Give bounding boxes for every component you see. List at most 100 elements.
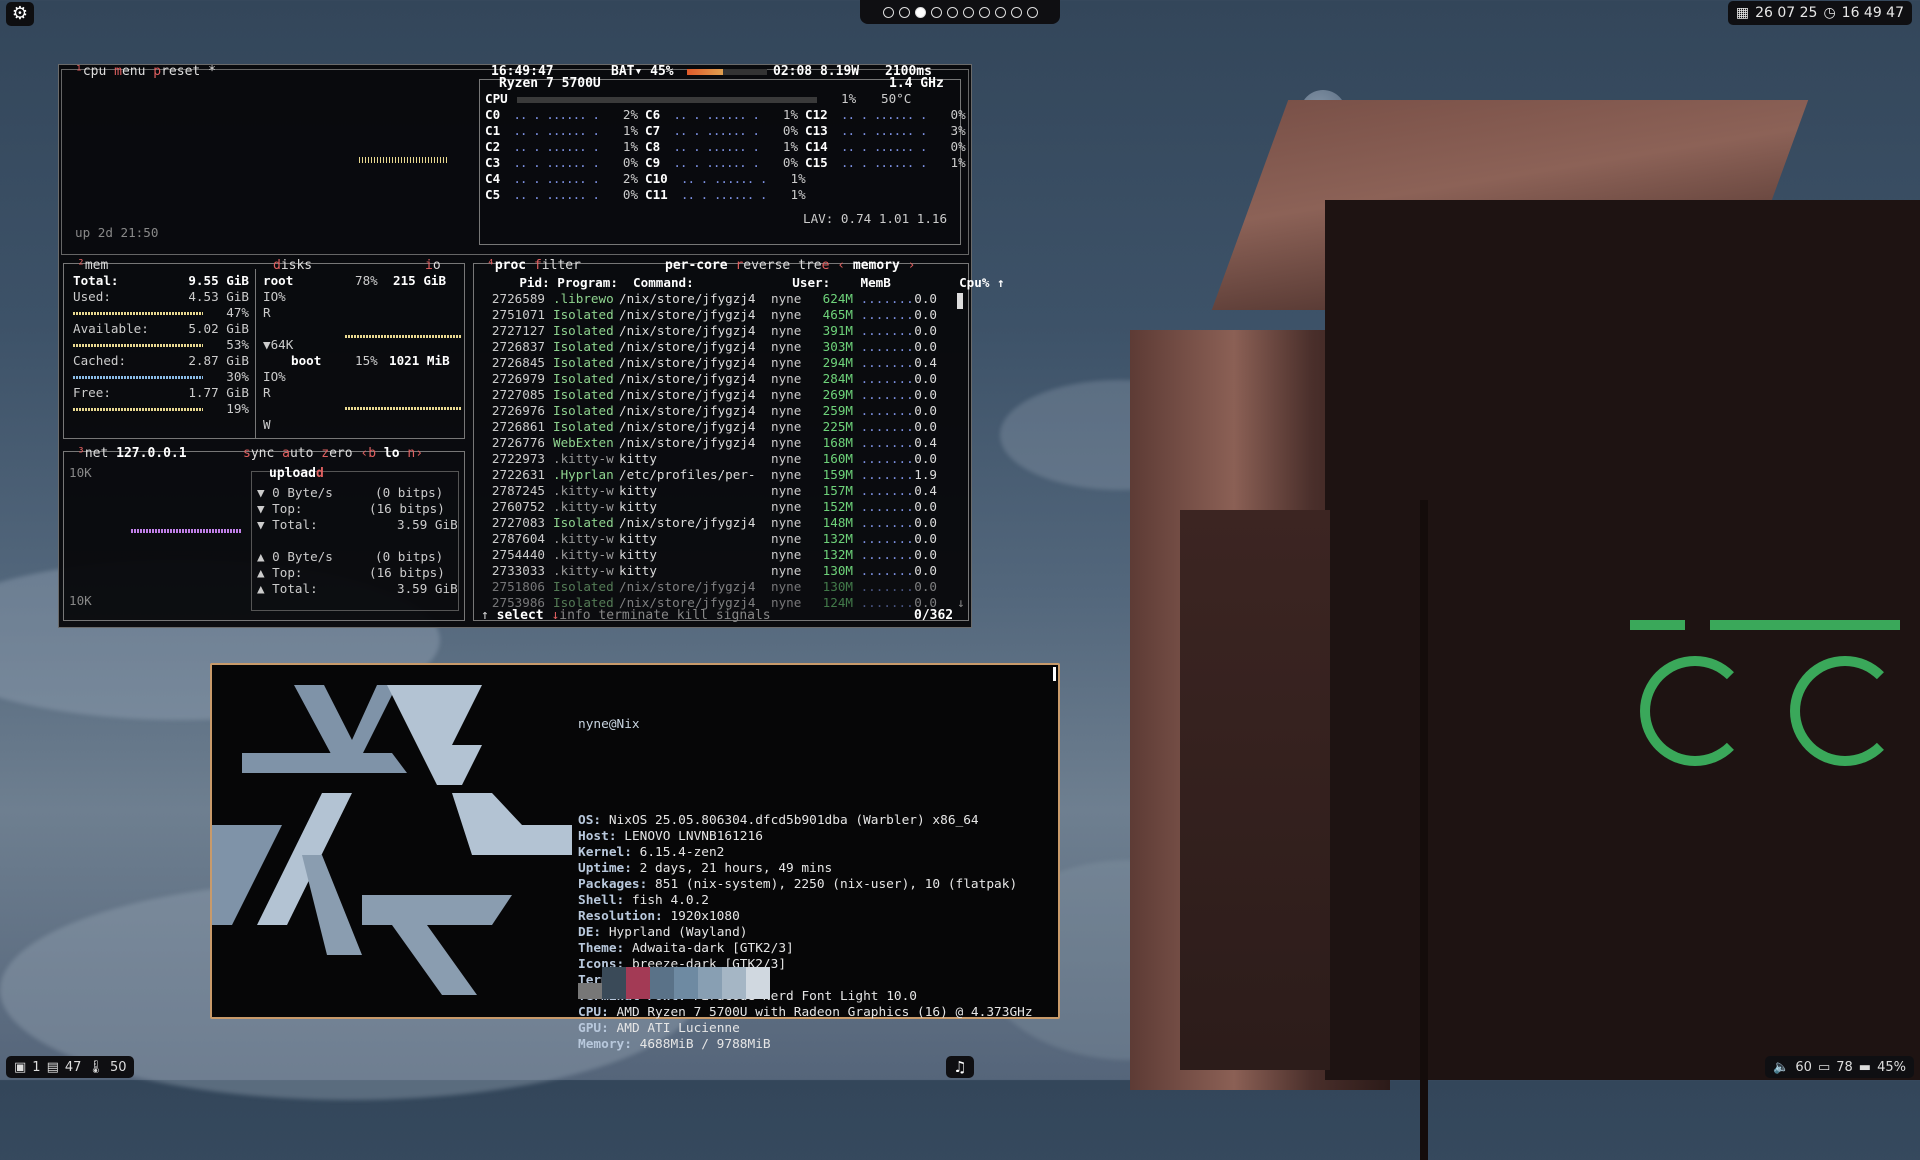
process-command: kitty (619, 499, 657, 514)
process-program: Isolated (553, 339, 614, 354)
info-key: Uptime: (578, 861, 632, 876)
sort-memory[interactable]: memory (853, 258, 900, 273)
info-value: 851 (nix-system), 2250 (nix-user), 10 (f… (647, 877, 1018, 892)
process-row[interactable]: 2726837 Isolated/nix/store/jfygzj4 nyne 303… (489, 339, 937, 355)
workspace-3-dot[interactable] (914, 6, 926, 18)
info-action[interactable]: info (559, 608, 590, 623)
mem-available: 5.02 GiB (188, 321, 249, 336)
net-download: 0 Byte/s (272, 485, 333, 500)
process-user: nyne (771, 403, 802, 418)
sync-toggle[interactable]: ync (251, 446, 274, 461)
launcher-gear-icon[interactable]: ⚙ (6, 2, 34, 26)
process-program: .kitty-w (553, 499, 614, 514)
process-mem: 157M (822, 483, 853, 498)
clock-widget[interactable]: ▦ 26 07 25 ◷ 16 49 47 (1727, 1, 1912, 25)
process-user: nyne (771, 307, 802, 322)
palette-swatch (722, 967, 746, 999)
calendar-icon: ▦ (1735, 5, 1750, 21)
process-row[interactable]: 2751071 Isolated/nix/store/jfygzj4 nyne 465… (489, 307, 937, 323)
music-note-icon[interactable]: ♫ (946, 1056, 974, 1078)
process-row[interactable]: 2754440 .kitty-w kitty nyne 132M .......0.0 (489, 547, 937, 563)
workspace-4-dot[interactable] (930, 6, 942, 18)
workspace-9-dot[interactable] (1010, 6, 1022, 18)
info-value: NixOS 25.05.806304.dfcd5b901dba (Warbler… (601, 813, 979, 828)
process-row[interactable]: 2733033 .kitty-w kitty nyne 130M .......0.0 (489, 563, 937, 579)
process-row[interactable]: 2727127 Isolated/nix/store/jfygzj4 nyne 391… (489, 323, 937, 339)
process-row[interactable]: 2726776 WebExten/nix/store/jfygzj4 nyne 168… (489, 435, 937, 451)
proc-tab[interactable]: proc (495, 258, 526, 273)
status-widget[interactable]: 🔈 60 ▭ 78 ▬ 45% (1765, 1056, 1914, 1078)
terminate-action[interactable]: terminate (598, 608, 668, 623)
proc-scrollbar[interactable] (957, 293, 963, 309)
workspace-8-dot[interactable] (994, 6, 1006, 18)
per-core-toggle[interactable]: per-core (665, 258, 728, 273)
process-graph: ....... (853, 323, 914, 338)
cpu-core-name: C5 (485, 187, 501, 202)
process-program: .Hyprlan (553, 467, 614, 482)
process-row[interactable]: 2787604 .kitty-w kitty nyne 132M .......0.0 (489, 531, 937, 547)
battery-time: 02:08 8.19W (773, 64, 860, 79)
process-row[interactable]: 2751806 Isolated/nix/store/jfygzj4 nyne 130… (489, 579, 937, 595)
system-stats-widget[interactable]: ▣ 1 ▤ 47 🌡 50 (6, 1056, 135, 1078)
workspace-6-dot[interactable] (962, 6, 974, 18)
fastfetch-window[interactable]: nyne@Nix OS: NixOS 25.05.806304.dfcd5b90… (210, 663, 1060, 1052)
process-row[interactable]: 2787245 .kitty-w kitty nyne 157M .......0.4 (489, 483, 937, 499)
process-mem: 160M (822, 451, 853, 466)
mem-total: 9.55 GiB (188, 273, 249, 288)
menu-tab[interactable]: enu (122, 64, 145, 79)
cpu-core-name: C15 (805, 155, 828, 170)
net-tab[interactable]: net (85, 446, 108, 461)
preset-tab[interactable]: reset * (161, 64, 216, 79)
process-graph: ....... (853, 483, 914, 498)
tree-toggle[interactable]: tree (798, 258, 829, 273)
mem-tab[interactable]: mem (85, 258, 108, 273)
kill-action[interactable]: kill (677, 608, 708, 623)
workspace-5-dot[interactable] (946, 6, 958, 18)
process-row[interactable]: 2760752 .kitty-w kitty nyne 152M .......0.0 (489, 499, 937, 515)
process-row[interactable]: 2726861 Isolated/nix/store/jfygzj4 nyne 225… (489, 419, 937, 435)
process-row[interactable]: 2726979 Isolated/nix/store/jfygzj4 nyne 284… (489, 371, 937, 387)
disk-value: 78 (1836, 1059, 1853, 1075)
mem-free: 1.77 GiB (188, 385, 249, 400)
btop-window[interactable]: ¹cpu menu preset * 16:49:47 BAT▾ 45% 02:… (58, 64, 1005, 628)
process-mem: 284M (822, 371, 853, 386)
process-row[interactable]: 2726976 Isolated/nix/store/jfygzj4 nyne 259… (489, 403, 937, 419)
process-row[interactable]: 2722973 .kitty-w kitty nyne 160M .......0.0 (489, 451, 937, 467)
cpu-core-row: C10 .. . ...... . 1% (645, 171, 806, 187)
reverse-toggle[interactable]: everse (743, 258, 790, 273)
disks-tab[interactable]: isks (281, 258, 312, 273)
process-pid: 2726979 (491, 371, 545, 386)
workspace-2-dot[interactable] (898, 6, 910, 18)
signals-action[interactable]: signals (716, 608, 771, 623)
cpu-tab[interactable]: cpu (83, 64, 106, 79)
temperature-value: 50 (109, 1059, 127, 1075)
palette-swatch (650, 967, 674, 999)
palette-swatch (578, 983, 602, 999)
cpu-temp: 50°C (881, 91, 912, 106)
process-row[interactable]: 2726589 .librewo/nix/store/jfygzj4 nyne 624… (489, 291, 937, 307)
info-value: Adwaita-dark [GTK2/3] (624, 941, 794, 956)
process-cpu: 0.0 (914, 531, 937, 546)
process-graph: ....... (853, 451, 914, 466)
filter-tab[interactable]: ilter (542, 258, 581, 273)
info-line: Packages: 851 (nix-system), 2250 (nix-us… (578, 877, 1033, 893)
process-row[interactable]: 2722631 .Hyprlan/etc/profiles/per-nyne 159… (489, 467, 937, 483)
battery-label: BAT▾ 45% (611, 64, 674, 79)
workspace-10-dot[interactable] (1026, 6, 1038, 18)
process-row[interactable]: 2726845 Isolated/nix/store/jfygzj4 nyne 294… (489, 355, 937, 371)
process-cpu: 0.4 (914, 483, 937, 498)
workspace-1-dot[interactable] (882, 6, 894, 18)
workspace-7-dot[interactable] (978, 6, 990, 18)
io-tab[interactable]: o (433, 258, 441, 273)
zero-toggle[interactable]: ero (329, 446, 352, 461)
cpu-core-row: C7 .. . ...... . 0% (645, 123, 798, 139)
process-pid: 2751071 (491, 307, 545, 322)
cpu-core-row: C2 .. . ...... . 1% (485, 139, 638, 155)
select-action[interactable]: select (497, 608, 544, 623)
disk-root-size: 215 GiB (393, 273, 447, 288)
volume-icon: 🔈 (1773, 1059, 1790, 1075)
auto-toggle[interactable]: uto (290, 446, 313, 461)
process-row[interactable]: 2727083 Isolated/nix/store/jfygzj4 nyne 148… (489, 515, 937, 531)
process-row[interactable]: 2727085 Isolated/nix/store/jfygzj4 nyne 269… (489, 387, 937, 403)
cpu-core-graph: .. . ...... . (500, 171, 613, 186)
